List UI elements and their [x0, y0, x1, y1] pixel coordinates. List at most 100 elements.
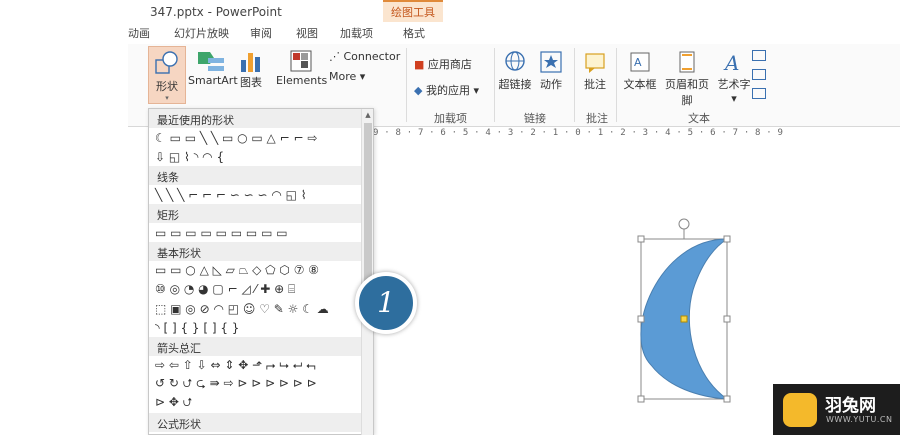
more-button[interactable]: More ▾ — [329, 70, 365, 83]
tab-format[interactable]: 格式 — [403, 25, 425, 41]
chevron-down-icon: ▾ — [165, 94, 169, 102]
watermark: 羽兔网 WWW.YUTU.CN — [773, 384, 900, 435]
smartart-icon — [198, 52, 224, 71]
page-icon — [679, 51, 695, 73]
moon-shape[interactable] — [628, 215, 740, 407]
section-equation-shapes: 公式形状 — [149, 413, 373, 432]
star-icon — [540, 51, 562, 73]
shapes-gallery-panel: 最近使用的形状 ☾ ▭ ▭ ╲ ╲ ▭ ○ ▭ △ ⌐ ⌐ ⇨ ⇩ ◱ ⌇ ◝ … — [148, 108, 374, 435]
chevron-down-icon: ▾ — [731, 92, 737, 105]
elements-button[interactable]: Elements — [276, 48, 328, 87]
shape-row[interactable]: ◝ [ ] { } [ ] { } — [149, 318, 373, 337]
tab-animations[interactable]: 动画 — [128, 25, 150, 41]
shape-row[interactable]: ⑩ ◎ ◔ ◕ ▢ ⌐ ◿ ⁄ ✚ ⊕ ⌸ — [149, 280, 373, 299]
wordart-button[interactable]: A 艺术字 ▾ — [716, 50, 752, 105]
window-title: 347.pptx - PowerPoint — [150, 5, 282, 19]
section-recent-shapes: 最近使用的形状 — [149, 109, 373, 128]
step-number-callout: 1 — [355, 272, 417, 334]
elements-icon — [290, 50, 312, 72]
connector-icon: ⋰ — [329, 50, 344, 63]
chevron-down-icon: ▾ — [469, 84, 479, 97]
textbox-label: 文本框 — [623, 78, 657, 91]
group-separator — [406, 48, 407, 122]
comment-label: 批注 — [584, 78, 606, 91]
shapes-label: 形状 — [156, 80, 178, 93]
comment-icon — [585, 53, 605, 73]
adjust-handle[interactable] — [680, 315, 688, 323]
resize-handle[interactable] — [723, 395, 731, 403]
shapes-icon — [155, 51, 178, 74]
resize-handle[interactable] — [723, 315, 731, 323]
shape-row[interactable]: ⊳ ✥ ⮍ — [149, 394, 373, 413]
chart-button[interactable]: 图表 — [236, 48, 266, 90]
action-label: 动作 — [540, 78, 562, 91]
moon-shape-selection[interactable] — [628, 215, 740, 407]
wordart-label: 艺术字 ▾ — [717, 78, 751, 105]
app-store-button[interactable]: ■ 应用商店 — [414, 56, 472, 72]
slide-number-icon[interactable] — [752, 69, 766, 80]
resize-handle[interactable] — [637, 395, 645, 403]
store-icon: ■ — [414, 58, 428, 71]
text-group-label: 文本 — [688, 112, 710, 125]
action-button[interactable]: 动作 — [536, 50, 566, 92]
links-group-label: 链接 — [524, 112, 546, 125]
panel-scrollbar[interactable]: ▲ — [361, 109, 373, 435]
left-gutter — [0, 0, 128, 435]
resize-handle[interactable] — [637, 235, 645, 243]
smartart-button[interactable]: SmartArt — [188, 48, 238, 87]
group-separator — [494, 48, 495, 122]
bar-chart-icon — [241, 53, 260, 72]
textbox-icon: A — [630, 52, 650, 72]
wordart-icon: A — [723, 51, 739, 75]
hyperlink-button[interactable]: 超链接 — [498, 50, 532, 92]
shapes-button[interactable]: 形状 ▾ — [148, 46, 186, 104]
my-apps-icon: ◆ — [414, 84, 426, 97]
section-rectangles: 矩形 — [149, 204, 373, 223]
rabbit-logo-icon — [783, 393, 817, 427]
more-label: More — [329, 70, 357, 83]
connector-label: Connector — [343, 50, 401, 63]
rotate-handle[interactable] — [678, 218, 690, 230]
chevron-down-icon: ▾ — [356, 70, 366, 83]
header-footer-button[interactable]: 页眉和页脚 — [660, 50, 714, 108]
my-apps-button[interactable]: ◆ 我的应用 ▾ — [414, 82, 479, 98]
comments-group-label: 批注 — [586, 112, 608, 125]
elements-label: Elements — [276, 74, 328, 87]
chart-label: 图表 — [240, 76, 262, 89]
text-small-buttons — [752, 50, 772, 99]
shape-row[interactable]: ↺ ↻ ⮍ ⮎ ⇛ ⇨ ⊳ ⊳ ⊳ ⊳ ⊳ ⊳ — [149, 375, 373, 394]
shape-row[interactable]: ▭ ▭ ▭ ▭ ▭ ▭ ▭ ▭ ▭ — [149, 223, 373, 242]
scroll-up-icon[interactable]: ▲ — [362, 109, 374, 121]
group-separator — [574, 48, 575, 122]
connector-button[interactable]: ⋰ Connector — [329, 50, 400, 63]
section-block-arrows: 箭头总汇 — [149, 337, 373, 356]
watermark-name: 羽兔网 — [825, 396, 876, 416]
shape-row[interactable]: ▭ ▭ ○ △ ◺ ▱ ⏢ ◇ ⬠ ⬡ ⑦ ⑧ — [149, 261, 373, 280]
watermark-url: WWW.YUTU.CN — [826, 415, 893, 424]
resize-handle[interactable] — [723, 235, 731, 243]
shape-row[interactable]: ⬚ ▣ ◎ ⊘ ◠ ◰ ☺ ♡ ✎ ☼ ☾ ☁ — [149, 299, 373, 318]
shape-row[interactable]: ☾ ▭ ▭ ╲ ╲ ▭ ○ ▭ △ ⌐ ⌐ ⇨ — [149, 128, 373, 147]
section-lines: 线条 — [149, 166, 373, 185]
shape-row[interactable]: ⇨ ⇦ ⇧ ⇩ ⇔ ⇕ ✥ ⬏ ⮣ ⮡ ⮠ ⮢ — [149, 356, 373, 375]
title-bar: 347.pptx - PowerPoint 绘图工具 — [128, 0, 900, 24]
date-time-icon[interactable] — [752, 50, 766, 61]
shape-row[interactable]: ⇩ ◱ ⌇ ◝ ◠ { — [149, 147, 373, 166]
tab-addins[interactable]: 加载项 — [340, 25, 373, 41]
tab-review[interactable]: 审阅 — [250, 25, 272, 41]
section-basic-shapes: 基本形状 — [149, 242, 373, 261]
svg-text:A: A — [634, 56, 642, 69]
textbox-button[interactable]: A 文本框 — [622, 50, 658, 92]
svg-text:A: A — [723, 51, 739, 75]
group-separator — [616, 48, 617, 122]
my-apps-label: 我的应用 — [425, 84, 470, 97]
object-icon[interactable] — [752, 88, 766, 99]
comment-button[interactable]: 批注 — [580, 50, 610, 92]
tab-slideshow[interactable]: 幻灯片放映 — [174, 25, 229, 41]
tab-view[interactable]: 视图 — [296, 25, 318, 41]
hyperlink-label: 超链接 — [498, 78, 532, 91]
shape-row[interactable]: ╲ ╲ ╲ ⌐ ⌐ ⌐ ∽ ∽ ∽ ◠ ◱ ⌇ — [149, 185, 373, 204]
addins-group-label: 加载项 — [434, 112, 467, 125]
resize-handle[interactable] — [637, 315, 645, 323]
app-store-label: 应用商店 — [427, 58, 472, 71]
